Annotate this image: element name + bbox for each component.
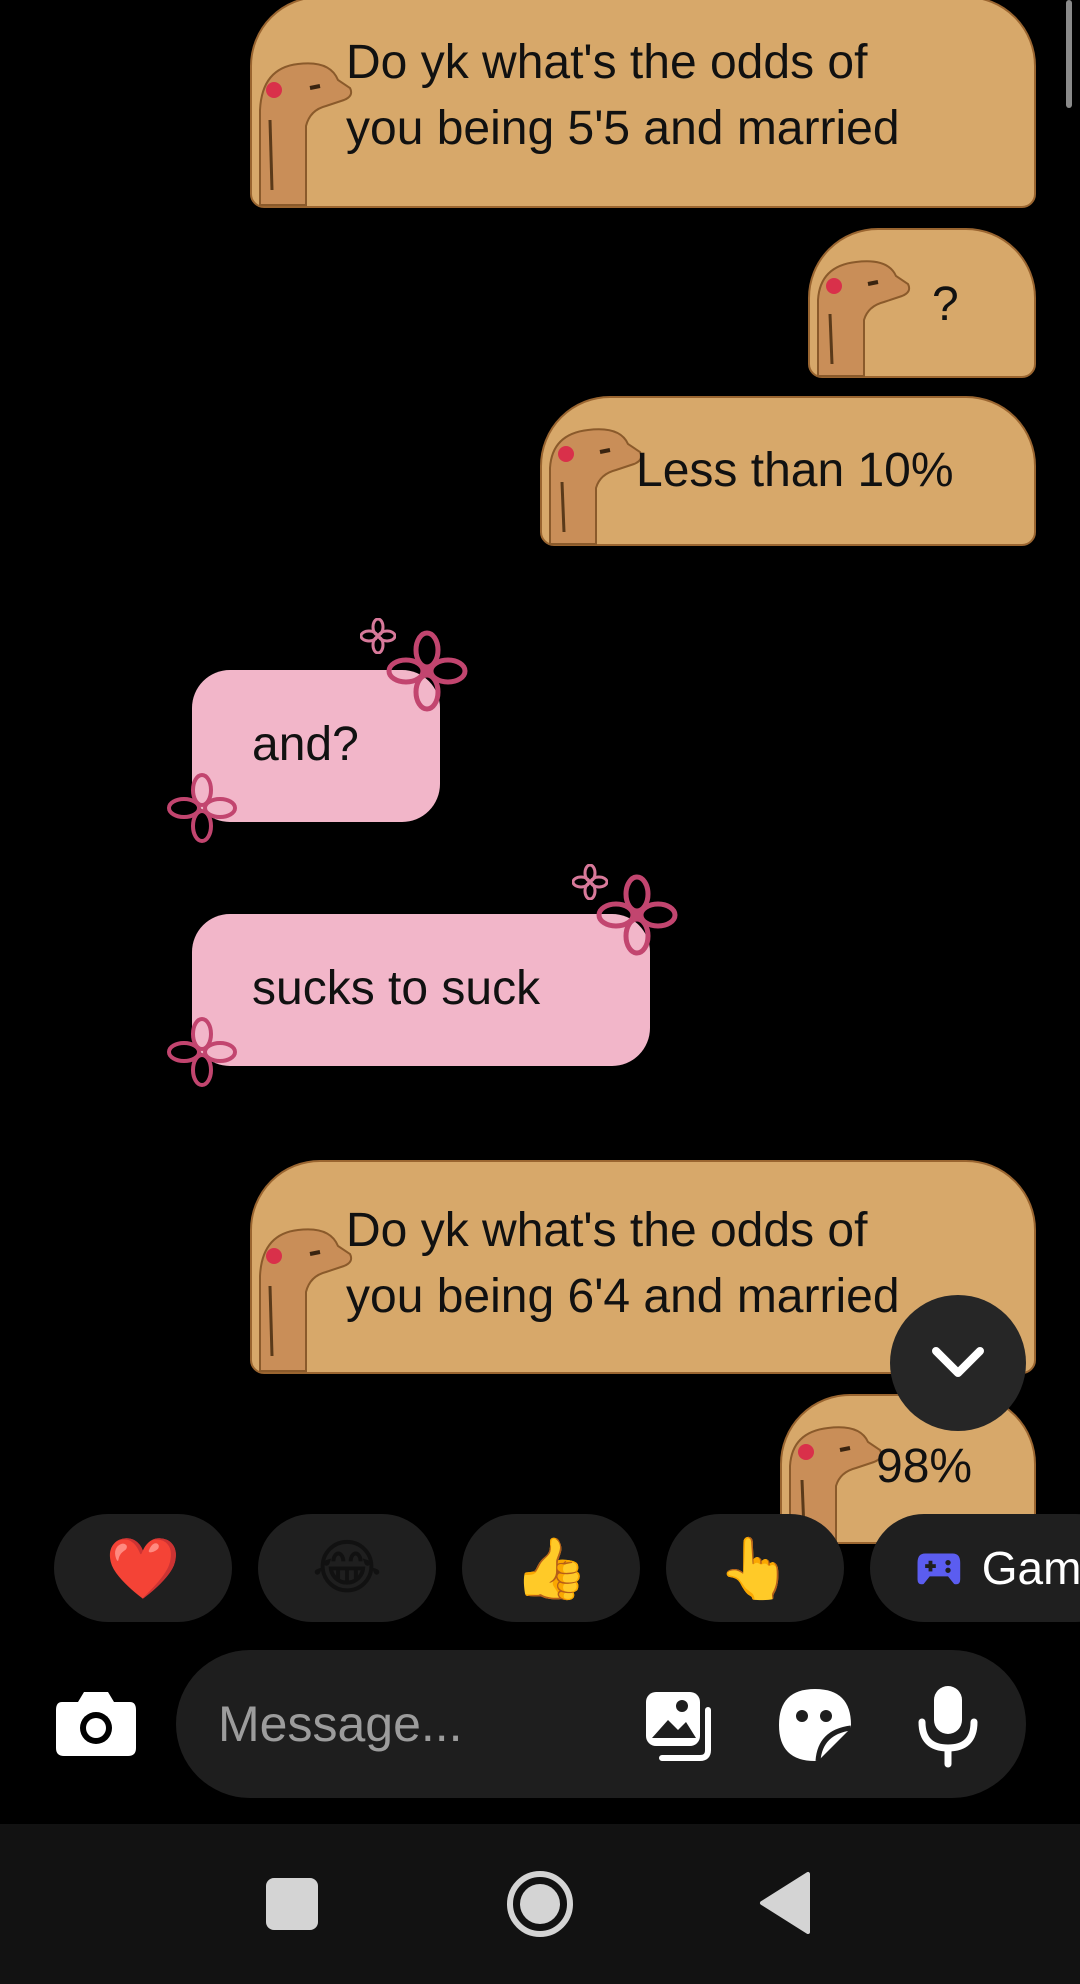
flower-icon <box>386 630 468 712</box>
games-button[interactable]: Games <box>870 1514 1080 1622</box>
sticker-button[interactable] <box>776 1686 854 1764</box>
gamepad-icon <box>917 1553 961 1585</box>
message-input[interactable] <box>216 1688 600 1760</box>
microphone-icon <box>918 1686 978 1768</box>
message-text: Less than 10% <box>636 444 954 497</box>
home-button[interactable] <box>504 1868 576 1940</box>
back-button[interactable] <box>756 1870 816 1936</box>
microphone-button[interactable] <box>916 1682 980 1768</box>
message-text: sucks to suck <box>252 962 541 1015</box>
scroll-to-bottom-button[interactable] <box>890 1295 1026 1431</box>
camera-button[interactable] <box>54 1688 138 1758</box>
gallery-button[interactable] <box>642 1688 718 1764</box>
flower-small-icon <box>360 618 396 654</box>
capybara-icon <box>549 428 643 545</box>
pointing-emoji: 👆 <box>717 1534 793 1602</box>
capybara-icon <box>259 1228 353 1372</box>
message-composer <box>176 1650 1026 1798</box>
square-icon <box>266 1878 318 1930</box>
message-bubble-sent[interactable]: Less than 10% <box>540 396 1036 546</box>
flower-small-icon <box>572 864 608 900</box>
capybara-icon <box>259 62 353 206</box>
message-text: ? <box>932 278 959 331</box>
system-nav-bar <box>0 1824 1080 1984</box>
chevron-down-icon <box>932 1347 984 1377</box>
flower-icon <box>167 1017 237 1087</box>
message-text: and? <box>252 718 359 771</box>
back-triangle-icon <box>760 1872 810 1934</box>
flower-icon <box>167 773 237 843</box>
message-bubble-sent[interactable]: Do yk what's the odds of you being 5'5 a… <box>250 0 1036 208</box>
capybara-icon <box>817 260 911 377</box>
message-bubble-received[interactable]: sucks to suck <box>192 914 650 1066</box>
message-text: 98% <box>876 1440 973 1493</box>
message-text: Do yk what's the odds of you being 5'5 a… <box>346 36 900 155</box>
gallery-icon <box>646 1692 711 1761</box>
reaction-pointing-button[interactable]: 👆 <box>666 1514 844 1622</box>
sticker-icon <box>779 1689 852 1762</box>
recents-button[interactable] <box>262 1874 322 1934</box>
message-bubble-sent[interactable]: ? <box>808 228 1036 378</box>
reaction-thumbs-up-button[interactable]: 👍 <box>462 1514 640 1622</box>
games-label: Games <box>981 1542 1080 1594</box>
reaction-laughing-button[interactable]: 😂 <box>258 1514 436 1622</box>
home-circle-icon <box>507 1871 573 1937</box>
heart-emoji: ❤️ <box>105 1534 181 1602</box>
reaction-heart-button[interactable]: ❤️ <box>54 1514 232 1622</box>
laughing-emoji: 😂 <box>311 1534 383 1601</box>
thumbs-up-emoji: 👍 <box>513 1534 589 1602</box>
flower-icon <box>596 874 678 956</box>
scrollbar[interactable] <box>1066 0 1072 108</box>
camera-icon <box>56 1692 136 1756</box>
